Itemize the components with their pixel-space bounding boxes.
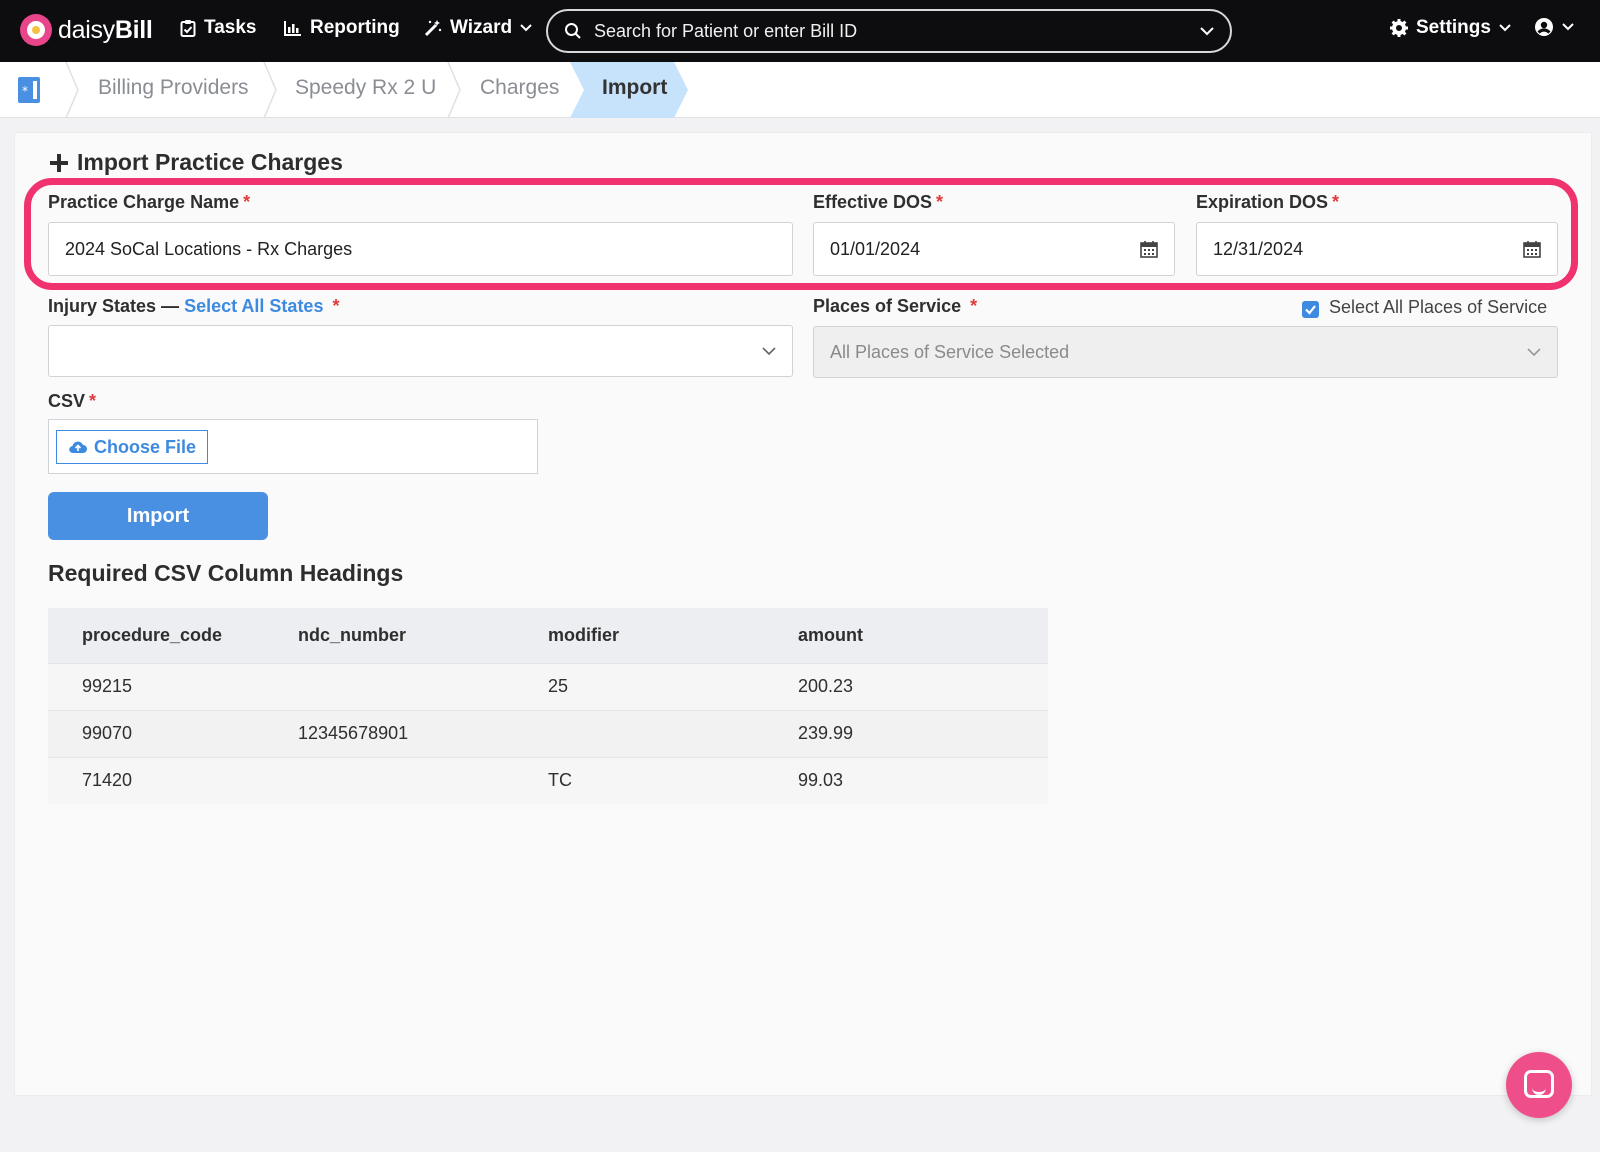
table-cell: TC bbox=[514, 756, 764, 804]
breadcrumb-item-charges[interactable]: Charges bbox=[480, 76, 559, 100]
csv-file-input: Choose File bbox=[48, 419, 538, 474]
nav-tasks[interactable]: Tasks bbox=[180, 17, 256, 39]
csv-label: CSV * bbox=[48, 391, 97, 411]
home-practice-icon[interactable]: * bbox=[16, 76, 44, 104]
brand-suffix: Bill bbox=[114, 15, 153, 44]
csv-headings-title: Required CSV Column Headings bbox=[48, 560, 404, 586]
breadcrumb-item-import: Import bbox=[570, 62, 690, 118]
gear-icon bbox=[1390, 19, 1408, 37]
table-row: 71420 TC 99.03 bbox=[48, 756, 1048, 804]
import-button[interactable]: Import bbox=[48, 492, 268, 540]
chat-launcher-button[interactable] bbox=[1506, 1052, 1572, 1118]
table-cell: 71420 bbox=[48, 756, 264, 804]
chevron-down-icon bbox=[762, 346, 776, 355]
select-all-places-checkbox[interactable] bbox=[1302, 301, 1319, 318]
search-icon bbox=[565, 23, 581, 39]
brand-logo[interactable]: daisyBill bbox=[20, 14, 153, 46]
breadcrumb: * Billing Providers Speedy Rx 2 U Charge… bbox=[0, 62, 1600, 118]
bar-chart-icon bbox=[284, 21, 301, 36]
places-of-service-select[interactable]: All Places of Service Selected bbox=[813, 326, 1558, 378]
user-circle-icon bbox=[1535, 18, 1553, 36]
breadcrumb-active-label: Import bbox=[602, 76, 668, 99]
calendar-icon[interactable] bbox=[1140, 240, 1158, 258]
chevron-down-icon bbox=[520, 24, 532, 32]
breadcrumb-separator bbox=[65, 62, 79, 118]
table-cell: 239.99 bbox=[764, 709, 1048, 757]
nav-wizard-label: Wizard bbox=[450, 17, 513, 38]
expiration-dos-value: 12/31/2024 bbox=[1213, 238, 1304, 259]
patient-search-input[interactable]: Search for Patient or enter Bill ID bbox=[546, 9, 1232, 53]
csv-headings-table: procedure_code ndc_number modifier amoun… bbox=[48, 608, 1048, 804]
table-cell: 99215 bbox=[48, 662, 264, 710]
breadcrumb-separator bbox=[447, 62, 461, 118]
table-cell bbox=[514, 709, 764, 757]
chat-bubble-icon bbox=[1524, 1070, 1554, 1098]
nav-wizard[interactable]: Wizard bbox=[424, 17, 532, 39]
select-all-places-label[interactable]: Select All Places of Service bbox=[1329, 297, 1547, 318]
table-cell bbox=[264, 662, 514, 710]
table-cell: 12345678901 bbox=[264, 709, 514, 757]
breadcrumb-item-speedy-rx[interactable]: Speedy Rx 2 U bbox=[295, 76, 436, 100]
magic-wand-icon bbox=[424, 20, 442, 37]
top-navigation-bar: daisyBill Tasks Reporting Wizard Search … bbox=[0, 0, 1600, 62]
check-icon bbox=[1305, 305, 1316, 315]
practice-charge-name-label: Practice Charge Name * bbox=[48, 192, 251, 212]
svg-text:*: * bbox=[22, 84, 28, 98]
expiration-dos-label: Expiration DOS * bbox=[1196, 192, 1340, 212]
nav-reporting-label: Reporting bbox=[310, 17, 400, 38]
chevron-down-icon bbox=[1499, 24, 1511, 32]
table-cell: 200.23 bbox=[764, 662, 1048, 710]
plus-icon bbox=[50, 153, 68, 172]
table-cell: 99070 bbox=[48, 709, 264, 757]
nav-reporting[interactable]: Reporting bbox=[284, 17, 400, 39]
injury-states-label: Injury States — Select All States * bbox=[48, 296, 340, 316]
select-all-states-link[interactable]: Select All States bbox=[184, 296, 323, 316]
table-header-row: procedure_code ndc_number modifier amoun… bbox=[48, 608, 1048, 663]
user-menu[interactable] bbox=[1534, 17, 1574, 37]
breadcrumb-separator bbox=[263, 62, 277, 118]
column-header: amount bbox=[764, 608, 1048, 663]
breadcrumb-item-billing-providers[interactable]: Billing Providers bbox=[98, 76, 249, 100]
calendar-icon[interactable] bbox=[1523, 240, 1541, 258]
effective-dos-value: 01/01/2024 bbox=[830, 238, 921, 259]
chevron-down-icon bbox=[1527, 347, 1541, 356]
practice-charge-name-field[interactable]: 2024 SoCal Locations - Rx Charges bbox=[48, 222, 793, 276]
places-of-service-value: All Places of Service Selected bbox=[830, 341, 1070, 362]
column-header: ndc_number bbox=[264, 608, 514, 663]
table-row: 99070 12345678901 239.99 bbox=[48, 709, 1048, 757]
nav-settings[interactable]: Settings bbox=[1390, 17, 1511, 39]
places-of-service-label: Places of Service * bbox=[813, 296, 978, 316]
table-cell: 99.03 bbox=[764, 756, 1048, 804]
table-cell bbox=[264, 756, 514, 804]
page-title-text: Import Practice Charges bbox=[77, 149, 343, 175]
table-cell: 25 bbox=[514, 662, 764, 710]
nav-settings-label: Settings bbox=[1416, 17, 1491, 38]
cloud-upload-icon bbox=[69, 441, 87, 454]
choose-file-button[interactable]: Choose File bbox=[56, 430, 209, 464]
practice-charge-name-value: 2024 SoCal Locations - Rx Charges bbox=[65, 238, 353, 259]
chevron-down-icon bbox=[1562, 23, 1574, 31]
search-placeholder: Search for Patient or enter Bill ID bbox=[594, 20, 858, 41]
clipboard-check-icon bbox=[180, 20, 196, 37]
chevron-down-icon[interactable] bbox=[1200, 26, 1214, 36]
column-header: procedure_code bbox=[48, 608, 264, 663]
table-row: 99215 25 200.23 bbox=[48, 662, 1048, 710]
column-header: modifier bbox=[514, 608, 764, 663]
expiration-dos-field[interactable]: 12/31/2024 bbox=[1196, 222, 1558, 276]
effective-dos-field[interactable]: 01/01/2024 bbox=[813, 222, 1175, 276]
nav-tasks-label: Tasks bbox=[204, 17, 257, 38]
brand-prefix: daisy bbox=[58, 15, 115, 44]
choose-file-label: Choose File bbox=[94, 436, 197, 457]
injury-states-select[interactable] bbox=[48, 325, 793, 377]
effective-dos-label: Effective DOS * bbox=[813, 192, 944, 212]
page-title: Import Practice Charges bbox=[49, 149, 343, 176]
daisy-icon bbox=[20, 14, 52, 46]
